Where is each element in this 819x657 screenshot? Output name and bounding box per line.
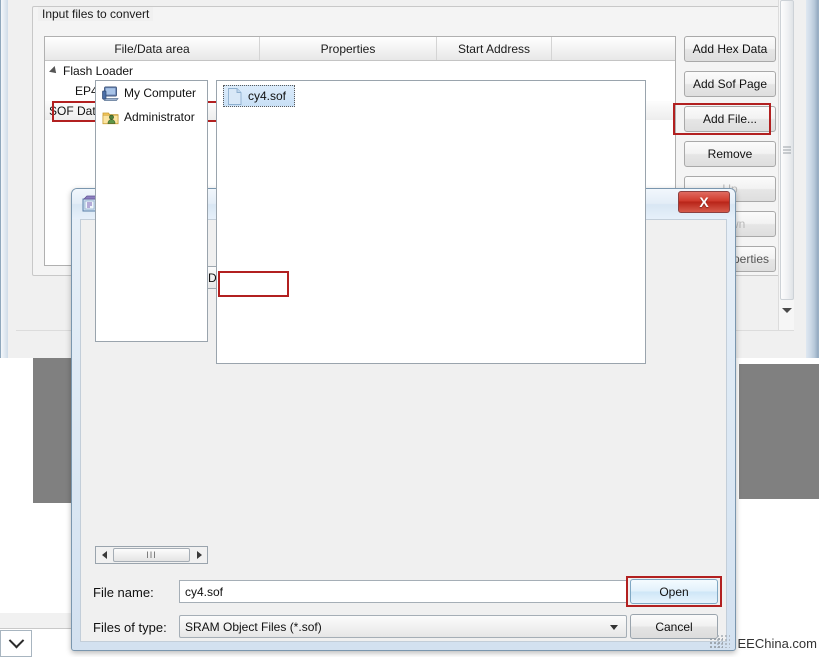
chevron-right-icon bbox=[196, 551, 202, 559]
file-name-input[interactable]: cy4.sof bbox=[179, 580, 627, 603]
file-list-item-cy4-sof[interactable]: cy4.sof bbox=[223, 85, 296, 107]
chevron-down-icon bbox=[782, 307, 792, 313]
desktop-backdrop-right bbox=[739, 364, 819, 499]
add-sof-page-button[interactable]: Add Sof Page bbox=[684, 71, 776, 97]
screenshot-root: Input files to convert File/Data area Pr… bbox=[0, 0, 819, 657]
chevron-down-icon bbox=[8, 632, 24, 649]
places-sidebar[interactable]: My Computer Administrator bbox=[95, 80, 208, 342]
place-item-my-computer[interactable]: My Computer bbox=[96, 81, 207, 105]
add-file-button[interactable]: Add File... bbox=[684, 106, 776, 132]
collapse-triangle-icon[interactable] bbox=[49, 66, 59, 76]
lower-left-strip bbox=[0, 613, 72, 629]
add-hex-data-button[interactable]: Add Hex Data bbox=[684, 36, 776, 62]
input-files-group-title: Input files to convert bbox=[38, 7, 154, 21]
scroll-left-button[interactable] bbox=[96, 547, 112, 563]
cancel-button[interactable]: Cancel bbox=[630, 614, 718, 639]
desktop-panel-left bbox=[0, 358, 33, 503]
files-of-type-dropdown[interactable]: SRAM Object Files (*.sof) bbox=[179, 615, 627, 638]
row-label: Flash Loader bbox=[63, 64, 134, 78]
window-right-border bbox=[806, 0, 818, 358]
column-header-properties[interactable]: Properties bbox=[260, 37, 437, 60]
open-button[interactable]: Open bbox=[630, 579, 718, 604]
desktop-backdrop-left bbox=[33, 358, 73, 503]
lower-left-dropdown[interactable] bbox=[0, 630, 32, 657]
file-icon bbox=[228, 87, 242, 105]
file-name-label: File name: bbox=[93, 585, 154, 600]
user-folder-icon bbox=[102, 110, 119, 125]
watermark-dots-icon bbox=[709, 637, 723, 649]
place-item-label: Administrator bbox=[124, 110, 195, 124]
window-vertical-scrollbar[interactable] bbox=[778, 0, 794, 330]
place-item-label: My Computer bbox=[124, 86, 197, 100]
files-of-type-value: SRAM Object Files (*.sof) bbox=[185, 619, 322, 634]
column-header-start-address[interactable]: Start Address bbox=[437, 37, 552, 60]
column-header-file-data-area[interactable]: File/Data area bbox=[45, 37, 260, 60]
file-item-label: cy4.sof bbox=[248, 89, 287, 103]
scrollbar-thumb[interactable]: III bbox=[113, 548, 190, 562]
chevron-left-icon bbox=[101, 551, 107, 559]
place-item-administrator[interactable]: Administrator bbox=[96, 105, 207, 129]
chevron-down-icon bbox=[610, 625, 618, 630]
column-header-blank[interactable] bbox=[552, 37, 675, 60]
computer-icon bbox=[102, 86, 119, 101]
watermark-text: EEChina.com bbox=[737, 636, 817, 651]
table-row[interactable]: Flash Loader bbox=[45, 61, 675, 81]
cell-file-data-area: Flash Loader bbox=[49, 61, 266, 81]
scrollbar-down-button[interactable] bbox=[780, 302, 794, 318]
scroll-right-button[interactable] bbox=[191, 547, 207, 563]
scrollbar-grip-icon bbox=[783, 146, 791, 154]
files-of-type-label: Files of type: bbox=[93, 620, 167, 635]
places-horizontal-scrollbar[interactable]: III bbox=[95, 546, 208, 564]
file-list-pane[interactable]: cy4.sof bbox=[216, 80, 646, 364]
desktop-panel-right bbox=[739, 499, 819, 619]
table-header-row: File/Data area Properties Start Address bbox=[45, 37, 675, 61]
remove-button[interactable]: Remove bbox=[684, 141, 776, 167]
scrollbar-thumb[interactable] bbox=[780, 0, 794, 300]
close-icon[interactable]: X bbox=[678, 191, 730, 213]
window-left-border bbox=[0, 0, 8, 358]
